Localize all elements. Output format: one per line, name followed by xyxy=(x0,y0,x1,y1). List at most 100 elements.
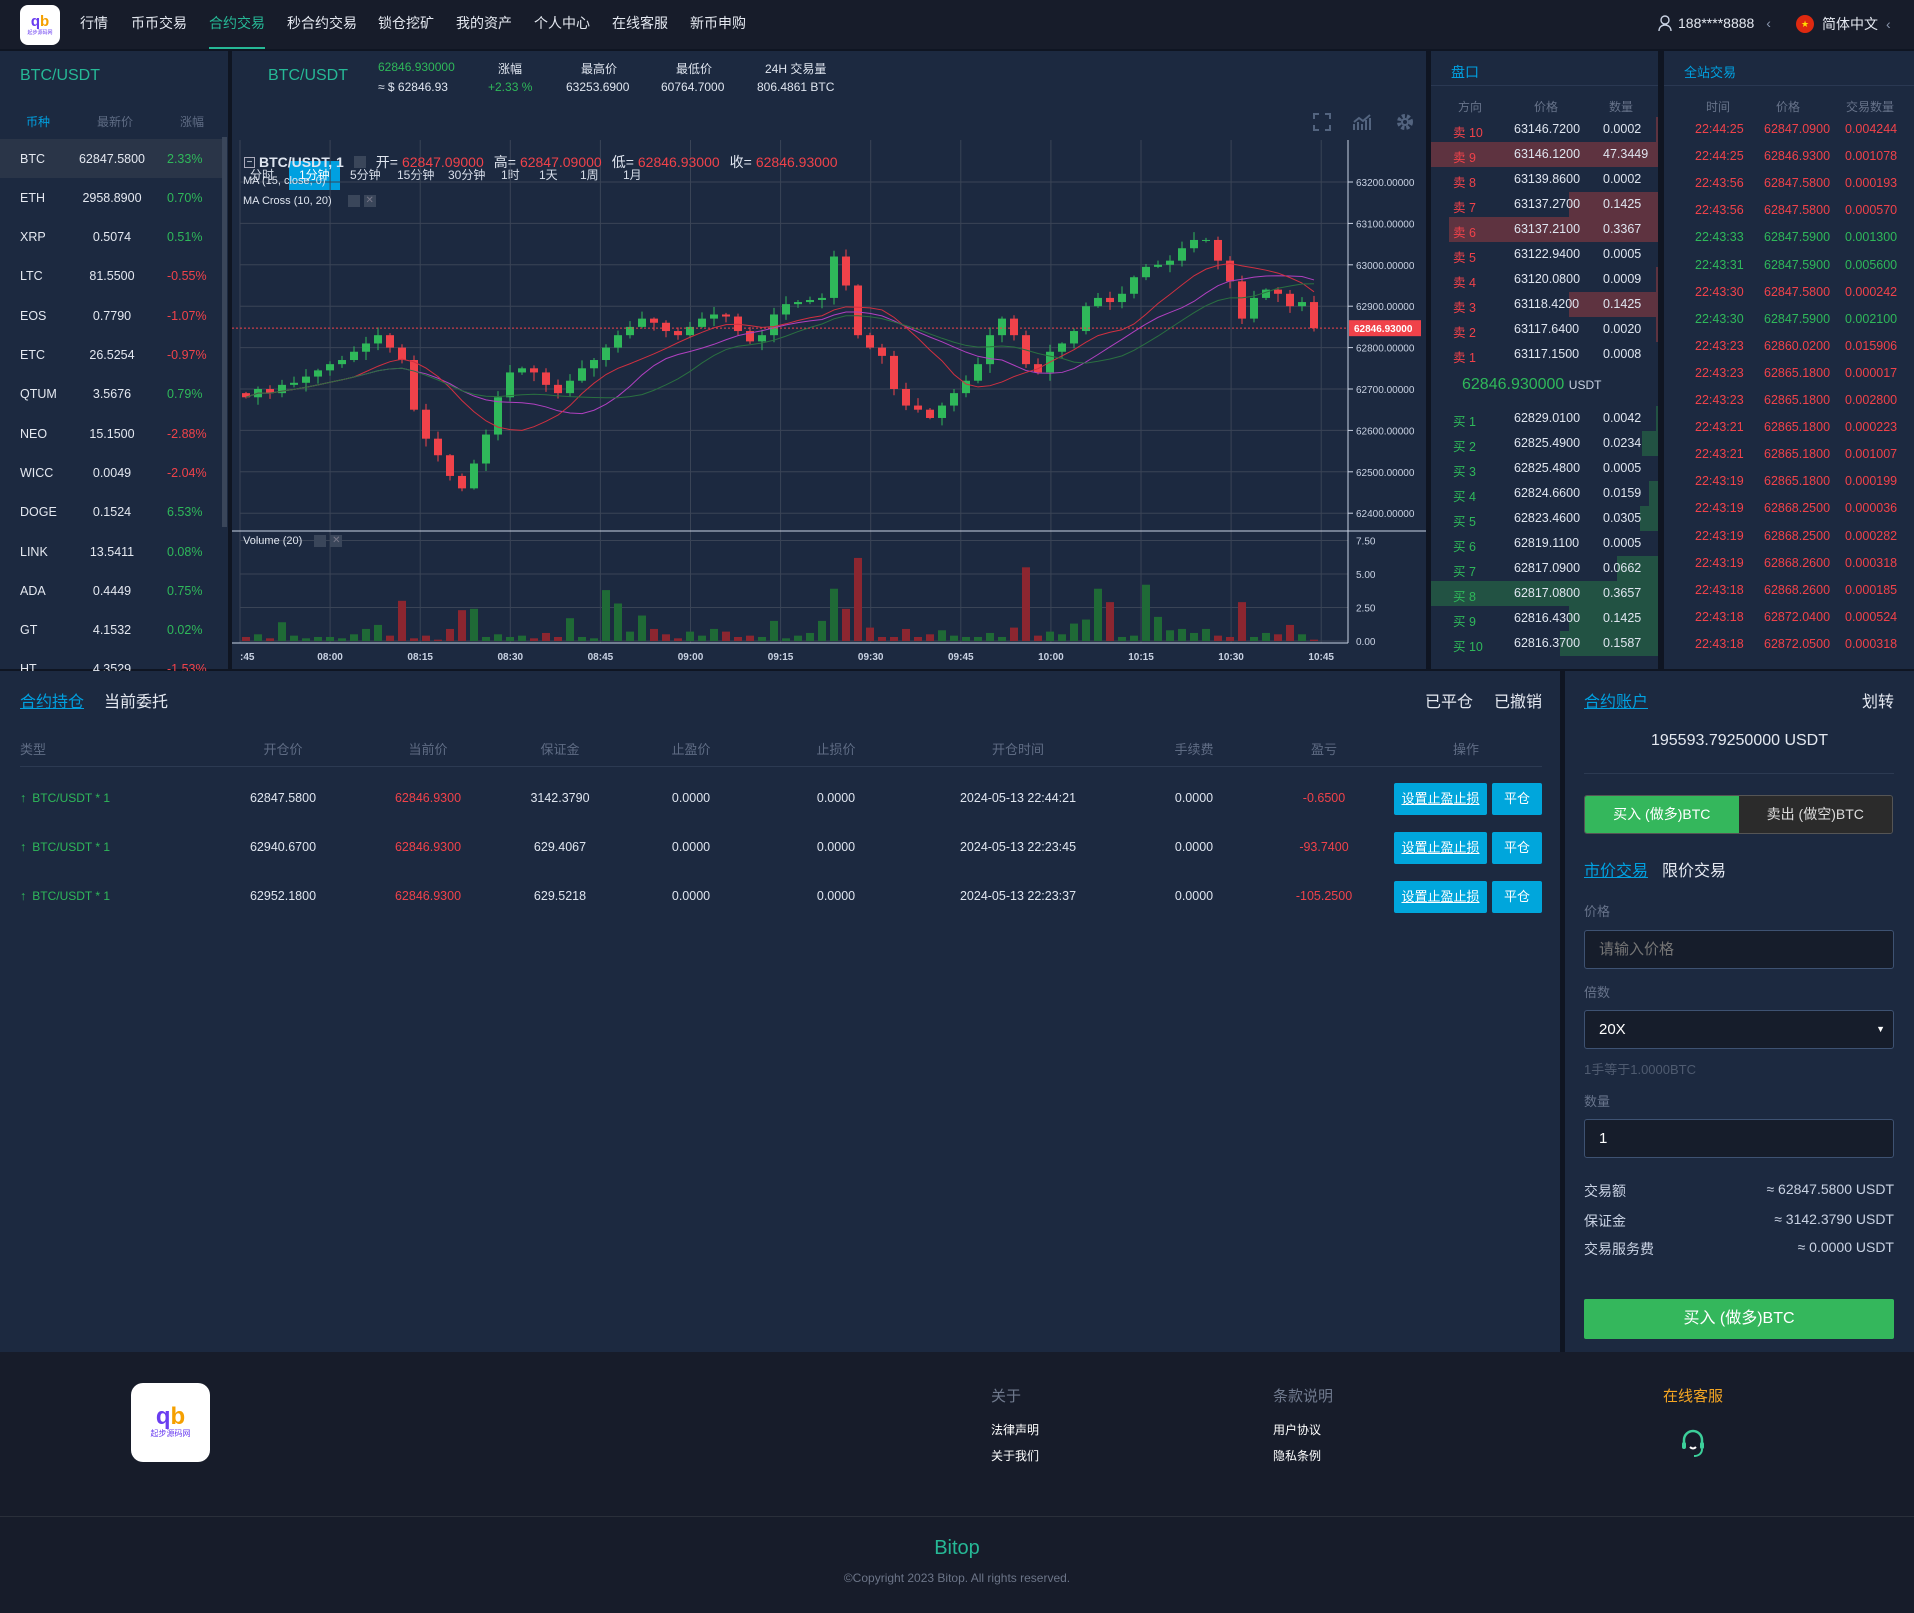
tab-positions[interactable]: 合约持仓 xyxy=(20,688,84,712)
sell-short-tab[interactable]: 卖出 (做空)BTC xyxy=(1738,796,1892,833)
side-label: 卖 7 xyxy=(1453,201,1476,215)
settings-gear-icon[interactable] xyxy=(1395,112,1415,132)
market-row[interactable]: XRP 0.5074 0.51% xyxy=(0,218,222,257)
coin-symbol: LTC xyxy=(20,269,43,284)
nav-item[interactable]: 秒合约交易 xyxy=(287,0,357,49)
candlestick-chart[interactable]: 63200.00000 63100.00000 63000.00000 62900.0… xyxy=(232,140,1426,667)
indicators-icon[interactable] xyxy=(1352,112,1372,132)
footer: qb 起步源码网 关于 法律声明 关于我们 条款说明 用户协议 隐私条例 在线客服… xyxy=(0,1352,1914,1613)
market-row[interactable]: BTC 62847.5800 2.33% xyxy=(0,139,222,178)
tab-market-order[interactable]: 市价交易 xyxy=(1584,857,1648,881)
leverage-select[interactable]: 20X ▼ xyxy=(1584,1010,1894,1049)
nav-item[interactable]: 行情 xyxy=(80,0,108,49)
candle xyxy=(470,463,478,489)
close-label: 收= xyxy=(729,154,752,170)
close-position-button[interactable]: 平仓 xyxy=(1492,832,1542,864)
tab-cancelled[interactable]: 已撤销 xyxy=(1494,688,1542,712)
candle xyxy=(1058,343,1066,352)
settings-icon[interactable] xyxy=(314,535,327,547)
market-row[interactable]: DOGE 0.1524 6.53% xyxy=(0,493,222,532)
ask-row[interactable]: 卖 2 63117.6400 0.0020 xyxy=(1431,317,1658,342)
nav-item[interactable]: 个人中心 xyxy=(534,0,590,49)
legal-link[interactable]: 法律声明 xyxy=(991,1421,1039,1438)
privacy-link[interactable]: 隐私条例 xyxy=(1273,1447,1321,1464)
nav-item[interactable]: 合约交易 xyxy=(209,0,265,49)
bid-row[interactable]: 买 8 62817.0800 0.3657 xyxy=(1431,581,1658,606)
volume-bar xyxy=(902,628,910,641)
buy-long-submit-button[interactable]: 买入 (做多)BTC xyxy=(1584,1299,1894,1339)
ask-row[interactable]: 卖 7 63137.2700 0.1425 xyxy=(1431,192,1658,217)
level-amount: 0.0042 xyxy=(1603,411,1642,425)
contract-account-link[interactable]: 合约账户 xyxy=(1584,688,1648,712)
market-row[interactable]: WICC 0.0049 -2.04% xyxy=(0,453,222,492)
tab-limit-order[interactable]: 限价交易 xyxy=(1662,857,1726,881)
set-tp-sl-button[interactable]: 设置止盈止损 xyxy=(1394,783,1487,815)
legend-settings-icon[interactable] xyxy=(353,156,366,168)
market-row[interactable]: GT 4.1532 0.02% xyxy=(0,611,222,650)
scrollbar[interactable] xyxy=(222,137,227,527)
bid-row[interactable]: 买 4 62824.6600 0.0159 xyxy=(1431,481,1658,506)
price-input[interactable] xyxy=(1584,930,1894,969)
ma-cross-indicator: MA Cross (10, 20) ✕ xyxy=(243,195,376,207)
candle xyxy=(326,364,334,371)
set-tp-sl-button[interactable]: 设置止盈止损 xyxy=(1394,832,1487,864)
market-row[interactable]: EOS 0.7790 -1.07% xyxy=(0,296,222,335)
bid-row[interactable]: 买 9 62816.4300 0.1425 xyxy=(1431,606,1658,631)
tab-closed[interactable]: 已平仓 xyxy=(1425,688,1473,712)
bid-row[interactable]: 买 6 62819.1100 0.0005 xyxy=(1431,531,1658,556)
ask-row[interactable]: 卖 1 63117.1500 0.0008 xyxy=(1431,342,1658,367)
nav-item[interactable]: 锁仓挖矿 xyxy=(378,0,434,49)
ask-row[interactable]: 卖 5 63122.9400 0.0005 xyxy=(1431,242,1658,267)
tab-open-orders[interactable]: 当前委托 xyxy=(104,688,168,712)
market-row[interactable]: ETC 26.5254 -0.97% xyxy=(0,336,222,375)
close-position-button[interactable]: 平仓 xyxy=(1492,783,1542,815)
set-tp-sl-button[interactable]: 设置止盈止损 xyxy=(1394,881,1487,913)
bid-row[interactable]: 买 10 62816.3700 0.1587 xyxy=(1431,631,1658,656)
close-icon[interactable]: ✕ xyxy=(330,535,343,547)
user-menu[interactable]: 188****8888 ‹ xyxy=(1658,15,1771,31)
close-position-button[interactable]: 平仓 xyxy=(1492,881,1542,913)
market-row[interactable]: LTC 81.5500 -0.55% xyxy=(0,257,222,296)
settings-icon[interactable] xyxy=(347,195,360,207)
nav-item[interactable]: 我的资产 xyxy=(456,0,512,49)
about-us-link[interactable]: 关于我们 xyxy=(991,1447,1039,1464)
coin-price: 3.5676 xyxy=(92,387,132,402)
ask-row[interactable]: 卖 10 63146.7200 0.0002 xyxy=(1431,117,1658,142)
trade-time: 22:43:56 xyxy=(1695,203,1744,218)
market-row[interactable]: NEO 15.1500 -2.88% xyxy=(0,414,222,453)
logo[interactable]: qb 起步源码网 xyxy=(20,5,60,45)
transfer-button[interactable]: 划转 xyxy=(1862,688,1894,712)
market-row[interactable]: LINK 13.5411 0.08% xyxy=(0,532,222,571)
bid-row[interactable]: 买 5 62823.4600 0.0305 xyxy=(1431,506,1658,531)
market-row[interactable]: QTUM 3.5676 0.79% xyxy=(0,375,222,414)
ask-row[interactable]: 卖 4 63120.0800 0.0009 xyxy=(1431,267,1658,292)
user-agreement-link[interactable]: 用户协议 xyxy=(1273,1421,1321,1438)
summary-fee: 交易服务费 ≈ 0.0000 USDT xyxy=(1584,1239,1894,1259)
ask-row[interactable]: 卖 3 63118.4200 0.1425 xyxy=(1431,292,1658,317)
ask-row[interactable]: 卖 9 63146.1200 47.3449 xyxy=(1431,142,1658,167)
bid-row[interactable]: 买 7 62817.0900 0.0662 xyxy=(1431,556,1658,581)
coin-price: 15.1500 xyxy=(89,426,135,441)
pnl: -0.6500 xyxy=(1302,791,1346,805)
trade-amount: 0.002100 xyxy=(1845,311,1898,326)
ask-row[interactable]: 卖 6 63137.2100 0.3367 xyxy=(1431,217,1658,242)
nav-item[interactable]: 新币申购 xyxy=(690,0,746,49)
buy-long-tab[interactable]: 买入 (做多)BTC xyxy=(1585,796,1739,833)
nav-item[interactable]: 币币交易 xyxy=(131,0,187,49)
fullscreen-icon[interactable] xyxy=(1312,112,1332,132)
bid-row[interactable]: 买 1 62829.0100 0.0042 xyxy=(1431,406,1658,431)
long-arrow-icon: ↑ xyxy=(20,791,27,805)
quantity-input[interactable] xyxy=(1584,1119,1894,1158)
collapse-icon[interactable]: − xyxy=(244,156,255,168)
language-selector[interactable]: ★ 简体中文 ‹ xyxy=(1796,14,1891,34)
fee: 0.0000 xyxy=(1174,791,1214,805)
close-icon[interactable]: ✕ xyxy=(363,195,376,207)
headset-icon[interactable] xyxy=(1680,1428,1706,1460)
nav-item[interactable]: 在线客服 xyxy=(612,0,668,49)
ask-row[interactable]: 卖 8 63139.8600 0.0002 xyxy=(1431,167,1658,192)
bid-row[interactable]: 买 3 62825.4800 0.0005 xyxy=(1431,456,1658,481)
bid-row[interactable]: 买 2 62825.4900 0.0234 xyxy=(1431,431,1658,456)
market-row[interactable]: ETH 2958.8900 0.70% xyxy=(0,178,222,217)
market-row[interactable]: ADA 0.4449 0.75% xyxy=(0,571,222,610)
candle xyxy=(1310,302,1318,329)
